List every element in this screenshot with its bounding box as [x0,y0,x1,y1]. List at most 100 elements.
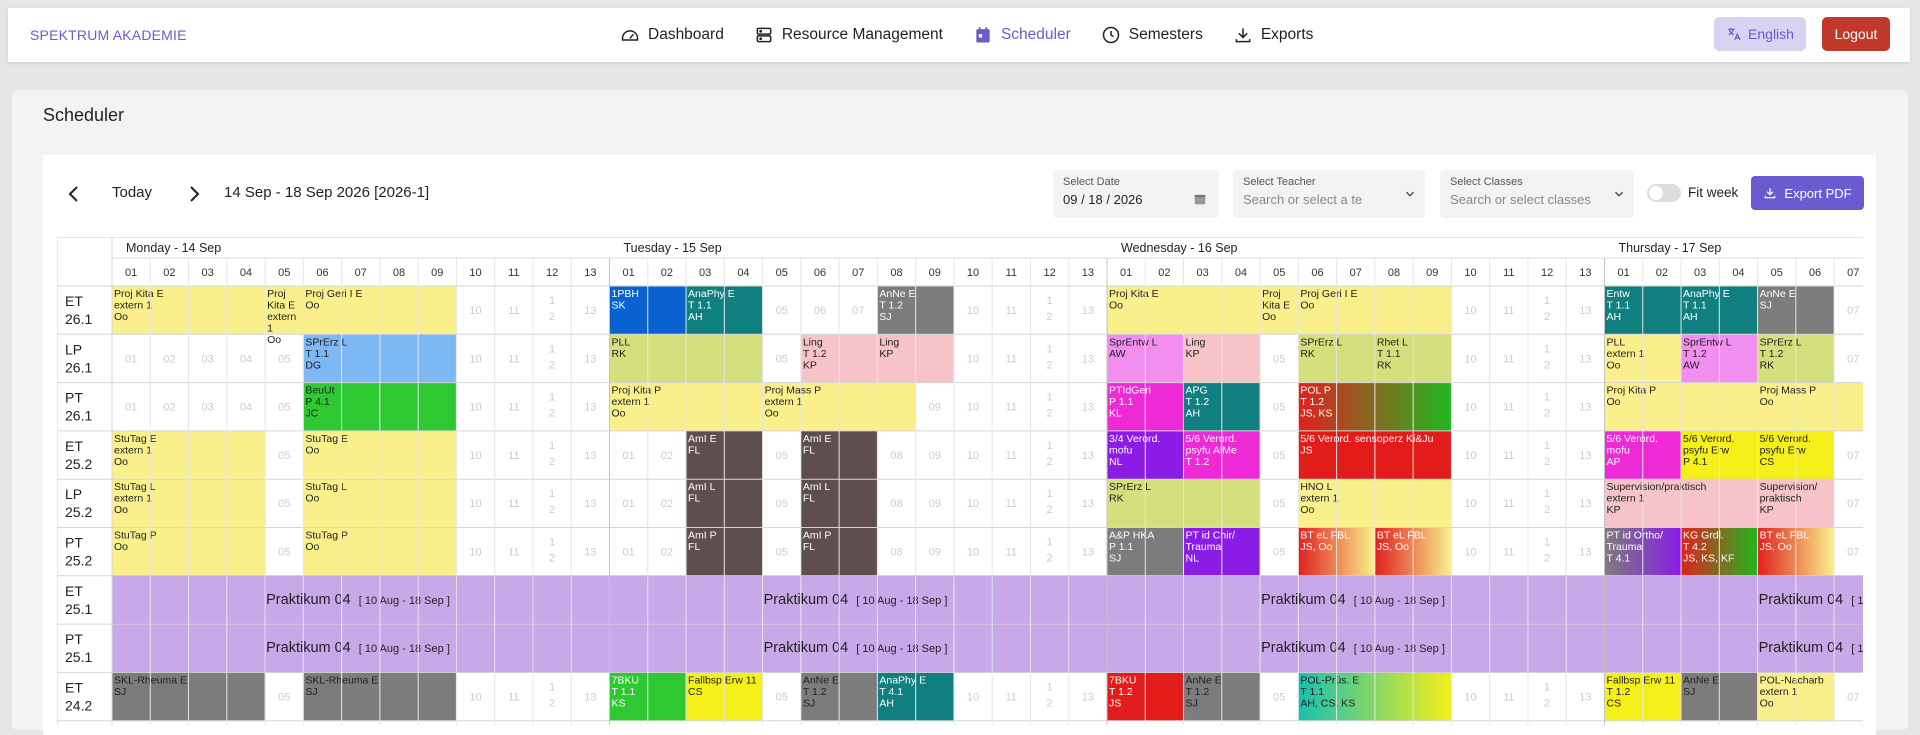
classes-select[interactable]: Select Classes Search or select classes [1440,170,1634,218]
lesson-text: CS [688,686,703,698]
nav-exports[interactable]: Exports [1233,25,1313,45]
slot-header: 06 [814,267,826,279]
praktikum-range: [ 10 Aug - 18 Sep ] [1851,643,1863,655]
classes-search-input[interactable]: Search or select classes [1450,192,1591,207]
lesson-text: AH [879,697,894,709]
slot-header: 07 [1350,267,1362,279]
next-week-icon[interactable] [184,182,204,206]
lesson-text: AnNe E [1186,674,1222,686]
empty-slot-num: 05 [1273,547,1285,559]
empty-slot-num: 1 [549,392,555,404]
day-header: Monday - 14 Sep [126,241,221,255]
lesson-text: Oo [1607,359,1621,371]
lesson-text: P 1.1 [1109,541,1133,553]
lesson-text: AmI E [688,433,717,445]
lesson-text: Oo [1760,697,1774,709]
lesson-text: KG Grdl. [1683,530,1724,542]
empty-slot-num: 02 [661,450,673,462]
slot-header: 05 [1771,267,1783,279]
lesson-text: T 1.2 [1186,686,1210,698]
fit-week-label: Fit week [1688,185,1739,200]
lesson-text: DG [305,359,321,371]
empty-slot-num: 10 [967,691,979,703]
export-pdf-button[interactable]: Export PDF [1751,176,1864,210]
empty-slot-num: 1 [1047,537,1053,549]
language-button[interactable]: English [1714,17,1806,51]
slot-header: 12 [1541,267,1553,279]
empty-slot-num: 05 [278,547,290,559]
lesson-text: AmI P [803,530,832,542]
empty-slot-num: 13 [1082,305,1094,317]
prev-week-icon[interactable] [64,182,84,206]
date-picker-value[interactable]: 09 / 18 / 2026 [1063,192,1143,207]
slot-header: 03 [1694,267,1706,279]
empty-slot-num: 05 [776,691,788,703]
lesson-text: Ling [879,336,899,348]
empty-slot-num: 11 [1006,498,1017,510]
slot-header: 03 [699,267,711,279]
lesson-text: extern 1 [1760,686,1798,698]
brand-logo-text[interactable]: SPEKTRUM AKADEMIE [30,27,187,43]
lesson-text: AH [1683,311,1698,323]
empty-slot-num: 03 [202,353,214,365]
lesson-text: Rhet L [1377,336,1408,348]
empty-slot-num: 09 [929,498,941,510]
empty-slot-num: 2 [549,456,555,468]
lesson-text: 1 [267,323,273,335]
date-picker[interactable]: Select Date 09 / 18 / 2026 [1053,170,1219,218]
date-range-label: 14 Sep - 18 Sep 2026 [2026-1] [224,184,430,201]
lesson-text: BT eL FBL [1300,530,1350,542]
nav-scheduler[interactable]: Scheduler [973,25,1071,45]
lesson-text: 7BKU [612,674,639,686]
fit-week-toggle[interactable] [1647,184,1681,202]
teacher-search-input[interactable]: Search or select a te [1243,192,1365,207]
empty-slot-num: 11 [1503,353,1514,365]
lesson-text: PT id Ortho/ [1607,530,1663,542]
teacher-select[interactable]: Select Teacher Search or select a te [1233,170,1425,218]
row-class-label: ET [65,679,83,695]
empty-slot-num: 05 [1273,450,1285,462]
empty-slot-num: 07 [1847,353,1859,365]
empty-slot-num: 13 [1579,305,1591,317]
nav-semesters[interactable]: Semesters [1101,25,1203,45]
praktikum-title: Praktikum 04 [764,592,849,608]
lesson-text: extern 1 [114,300,152,312]
empty-slot-num: 02 [163,353,175,365]
lesson-text: T 1.2 [803,686,827,698]
empty-slot-num: 10 [469,691,481,703]
today-button[interactable]: Today [112,184,152,201]
lesson-text: Oo [1300,504,1314,516]
empty-slot-num: 13 [1579,547,1591,559]
empty-slot-num: 1 [1047,295,1053,307]
empty-slot-num: 04 [240,353,252,365]
empty-slot-num: 13 [584,353,596,365]
slot-header: 08 [1388,267,1400,279]
chevron-down-icon[interactable] [1403,187,1417,201]
lesson-text: RK [1760,359,1775,371]
chevron-down-icon[interactable] [1612,187,1626,201]
lesson-text: FL [688,444,700,456]
lesson-text: Oo [114,504,128,516]
nav-dashboard[interactable]: Dashboard [620,25,724,45]
empty-slot-num: 13 [1082,498,1094,510]
lesson-text: StuTag L [114,481,156,493]
empty-slot-num: 01 [623,547,635,559]
slot-header: 12 [546,267,558,279]
lesson-text: 5/6 Verord. [1607,433,1658,445]
empty-slot-num: 01 [125,353,137,365]
lesson-text: mofu [1607,444,1631,456]
lesson-text: KP [1607,504,1621,516]
empty-slot-num: 2 [549,504,555,516]
lesson-text: FL [803,444,815,456]
calendar-small-icon[interactable] [1193,192,1207,206]
slot-header: 07 [852,267,864,279]
praktikum-title: Praktikum 04 [1759,640,1844,656]
lesson-text: Proj Kita E [1109,288,1159,300]
nav-resource-management[interactable]: Resource Management [754,25,943,45]
praktikum-title: Praktikum 04 [266,640,351,656]
lesson-text: KP [1186,348,1200,360]
lesson-text: Fallbsp Erw 11 [688,674,757,686]
empty-slot-num: 01 [623,498,635,510]
logout-button[interactable]: Logout [1822,17,1890,51]
lesson-text: 1PBH [612,288,639,300]
